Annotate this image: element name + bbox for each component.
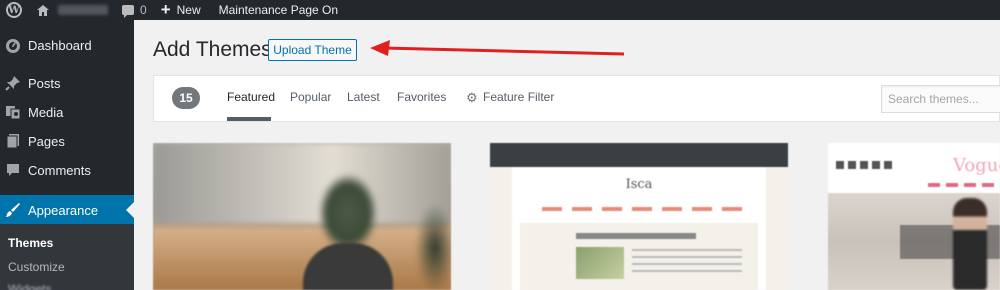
tab-featured[interactable]: Featured (227, 90, 275, 104)
theme-card-2[interactable]: Isca (490, 143, 788, 290)
wordpress-logo-icon[interactable]: W (0, 0, 28, 20)
active-tab-indicator (227, 117, 271, 121)
submenu-item-customize[interactable]: Customize (8, 260, 65, 274)
sidebar-item-label: Pages (28, 133, 65, 149)
sidebar-item-posts[interactable]: Posts (0, 69, 134, 97)
sidebar-item-label: Comments (28, 162, 91, 178)
maintenance-mode-link[interactable]: Maintenance Page On (219, 0, 338, 20)
theme-preview-page: Isca (512, 167, 766, 290)
comment-icon (5, 162, 21, 178)
dashboard-icon (5, 37, 21, 53)
theme-preview-menu (928, 183, 998, 187)
pin-icon (5, 75, 21, 91)
theme-screenshot-table (153, 228, 451, 290)
comments-menu[interactable]: 0 (122, 0, 147, 20)
theme-preview-topbar (490, 143, 788, 167)
tab-favorites[interactable]: Favorites (397, 90, 446, 104)
pages-icon (5, 133, 21, 149)
theme-preview-brand: Vogue (953, 155, 1000, 176)
sidebar-item-label: Appearance (28, 202, 99, 218)
submenu-item-themes[interactable]: Themes (8, 236, 53, 250)
gear-icon[interactable]: ⚙ (466, 90, 478, 106)
theme-filter-bar: 15 Featured Popular Latest Favorites ⚙ F… (153, 75, 1000, 122)
sidebar-item-appearance[interactable]: Appearance (0, 195, 134, 225)
feature-filter-link[interactable]: Feature Filter (483, 90, 554, 104)
tab-popular[interactable]: Popular (290, 90, 331, 104)
submenu-item-widgets[interactable]: Widgets (8, 282, 51, 290)
admin-sidebar: Dashboard Posts Media Pages Comments App… (0, 20, 134, 290)
new-label: New (176, 3, 201, 17)
search-themes-input[interactable]: Search themes... (881, 85, 1000, 113)
sidebar-item-pages[interactable]: Pages (0, 127, 134, 155)
sidebar-item-media[interactable]: Media (0, 98, 134, 126)
theme-preview-post-image (576, 247, 624, 279)
appearance-submenu: Themes Customize Widgets (0, 224, 134, 290)
theme-card-1[interactable] (153, 143, 451, 290)
theme-preview-post (520, 223, 758, 290)
theme-screenshot-plant (415, 203, 451, 290)
comments-count: 0 (140, 3, 147, 17)
site-name[interactable] (58, 5, 108, 15)
comment-bubble-icon (122, 5, 134, 18)
sidebar-item-label: Media (28, 104, 64, 120)
theme-preview-model-image (953, 198, 987, 290)
theme-screenshot-background (153, 143, 451, 223)
theme-preview-logo: Isca (625, 177, 653, 192)
brush-icon (5, 202, 21, 218)
tab-latest[interactable]: Latest (347, 90, 380, 104)
sidebar-item-label: Posts (28, 75, 61, 91)
plus-icon: + (160, 0, 171, 19)
sidebar-item-comments[interactable]: Comments (0, 156, 134, 184)
theme-count-badge: 15 (172, 87, 200, 109)
sidebar-item-dashboard[interactable]: Dashboard (0, 31, 134, 59)
page-title: Add Themes (153, 38, 272, 61)
annotation-arrow-icon (370, 40, 625, 56)
new-content-menu[interactable]: + New (161, 0, 201, 20)
media-icon (5, 104, 21, 120)
home-icon[interactable] (34, 0, 52, 20)
theme-preview-post-title (576, 233, 696, 239)
theme-preview-social-icons (836, 161, 896, 169)
current-menu-arrow (126, 202, 134, 218)
theme-screenshot-plant (318, 173, 378, 253)
theme-preview-post-text (632, 249, 742, 277)
theme-card-3[interactable]: Vogue (828, 143, 1000, 290)
theme-preview-menu (542, 207, 742, 211)
admin-bar: W 0 + New Maintenance Page On (0, 0, 1000, 20)
upload-theme-button[interactable]: Upload Theme (268, 39, 357, 61)
sidebar-item-label: Dashboard (28, 37, 92, 53)
